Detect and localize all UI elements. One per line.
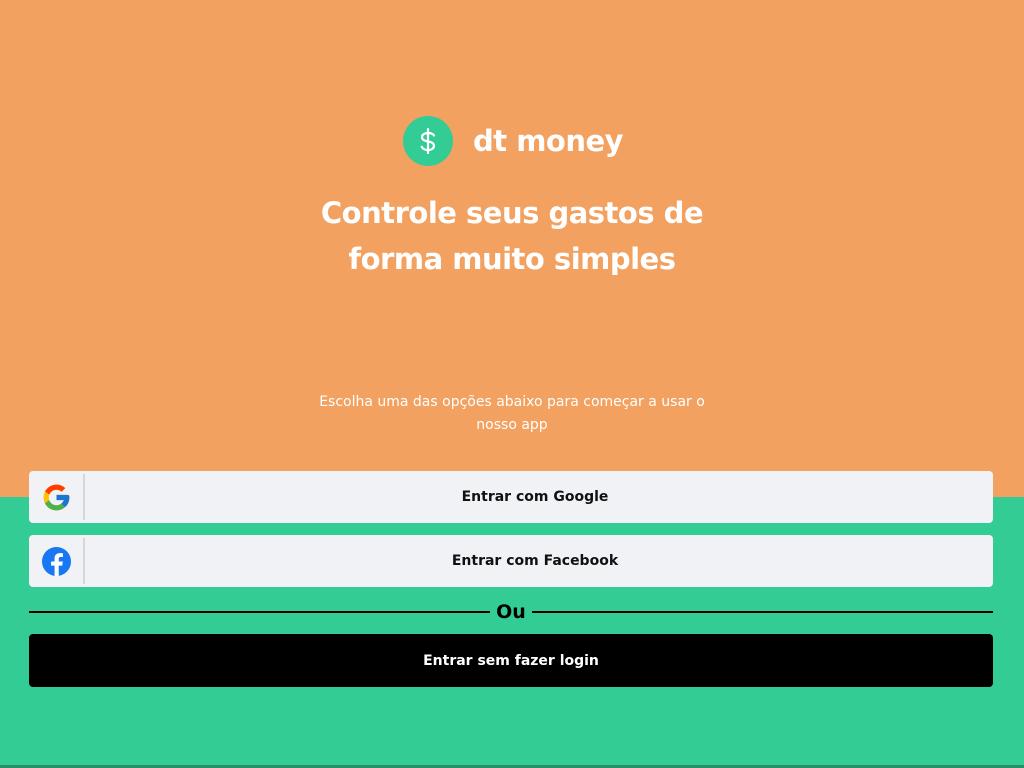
brand-name: dt money [473,124,624,158]
guest-login-button[interactable]: Entrar sem fazer login [29,634,993,687]
page-title-line-2: forma muito simples [348,242,676,276]
dollar-sign-icon [403,116,453,166]
facebook-login-button[interactable]: Entrar com Facebook [29,535,993,587]
intro-text: Escolha uma das opções abaixo para começ… [319,394,705,433]
divider-line-left [29,611,491,613]
or-divider: Ou [29,598,993,626]
facebook-icon-wrap [29,538,85,584]
divider-text: Ou [496,601,526,623]
google-icon [43,484,69,510]
google-login-button[interactable]: Entrar com Google [29,471,993,523]
facebook-icon [41,546,71,576]
page-title-line-1: Controle seus gastos de [320,196,704,230]
google-icon-wrap [29,474,85,520]
google-login-label: Entrar com Google [461,489,609,505]
divider-line-right [531,611,993,613]
brand: dt money [403,116,624,166]
page-title: Controle seus gastos de forma muito simp… [262,190,762,282]
login-screen: dt money Controle seus gastos de forma m… [0,0,1024,768]
facebook-login-label: Entrar com Facebook [451,553,619,569]
